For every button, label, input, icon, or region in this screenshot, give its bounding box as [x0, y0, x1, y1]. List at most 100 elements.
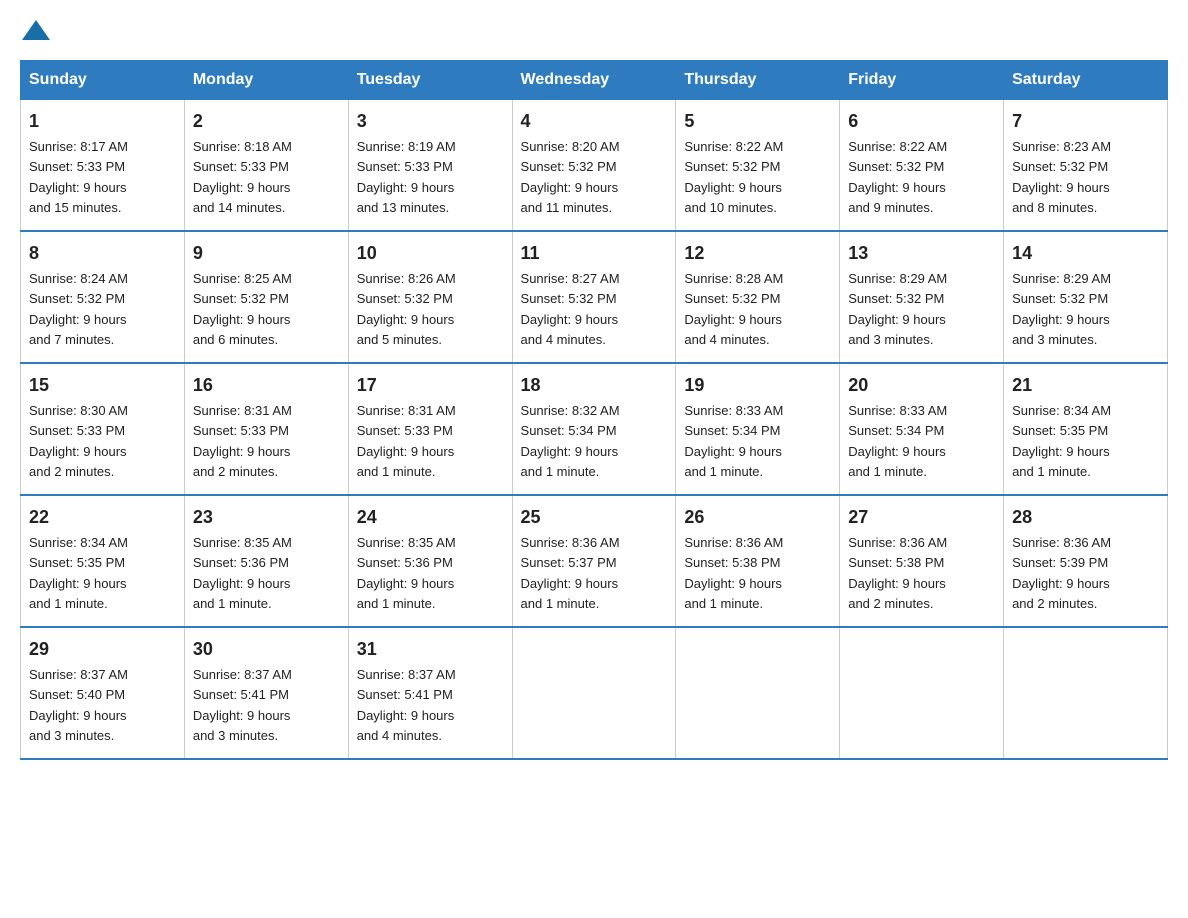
- calendar-header-row: SundayMondayTuesdayWednesdayThursdayFrid…: [21, 61, 1168, 100]
- day-number: 8: [29, 240, 176, 267]
- day-info: Sunrise: 8:36 AMSunset: 5:38 PMDaylight:…: [848, 535, 947, 611]
- calendar-cell: 5 Sunrise: 8:22 AMSunset: 5:32 PMDaylight…: [676, 100, 840, 232]
- calendar-cell: 22 Sunrise: 8:34 AMSunset: 5:35 PMDayligh…: [21, 495, 185, 627]
- header-thursday: Thursday: [676, 61, 840, 100]
- day-info: Sunrise: 8:24 AMSunset: 5:32 PMDaylight:…: [29, 271, 128, 347]
- day-info: Sunrise: 8:34 AMSunset: 5:35 PMDaylight:…: [29, 535, 128, 611]
- day-number: 29: [29, 636, 176, 663]
- calendar-cell: [512, 627, 676, 759]
- day-number: 14: [1012, 240, 1159, 267]
- day-number: 15: [29, 372, 176, 399]
- day-number: 6: [848, 108, 995, 135]
- day-number: 2: [193, 108, 340, 135]
- day-info: Sunrise: 8:20 AMSunset: 5:32 PMDaylight:…: [521, 139, 620, 215]
- day-info: Sunrise: 8:33 AMSunset: 5:34 PMDaylight:…: [848, 403, 947, 479]
- day-info: Sunrise: 8:22 AMSunset: 5:32 PMDaylight:…: [684, 139, 783, 215]
- header-monday: Monday: [184, 61, 348, 100]
- calendar-cell: 9 Sunrise: 8:25 AMSunset: 5:32 PMDaylight…: [184, 231, 348, 363]
- calendar-cell: 21 Sunrise: 8:34 AMSunset: 5:35 PMDayligh…: [1004, 363, 1168, 495]
- day-info: Sunrise: 8:37 AMSunset: 5:41 PMDaylight:…: [357, 667, 456, 743]
- day-info: Sunrise: 8:18 AMSunset: 5:33 PMDaylight:…: [193, 139, 292, 215]
- day-info: Sunrise: 8:27 AMSunset: 5:32 PMDaylight:…: [521, 271, 620, 347]
- day-info: Sunrise: 8:23 AMSunset: 5:32 PMDaylight:…: [1012, 139, 1111, 215]
- day-number: 18: [521, 372, 668, 399]
- calendar-cell: 4 Sunrise: 8:20 AMSunset: 5:32 PMDaylight…: [512, 100, 676, 232]
- day-number: 5: [684, 108, 831, 135]
- calendar-cell: 13Sunrise: 8:29 AMSunset: 5:32 PMDayligh…: [840, 231, 1004, 363]
- day-number: 4: [521, 108, 668, 135]
- day-info: Sunrise: 8:35 AMSunset: 5:36 PMDaylight:…: [357, 535, 456, 611]
- calendar-week-row: 29Sunrise: 8:37 AMSunset: 5:40 PMDayligh…: [21, 627, 1168, 759]
- calendar-cell: 25Sunrise: 8:36 AMSunset: 5:37 PMDayligh…: [512, 495, 676, 627]
- day-number: 31: [357, 636, 504, 663]
- day-info: Sunrise: 8:35 AMSunset: 5:36 PMDaylight:…: [193, 535, 292, 611]
- calendar-cell: 8 Sunrise: 8:24 AMSunset: 5:32 PMDaylight…: [21, 231, 185, 363]
- day-number: 27: [848, 504, 995, 531]
- day-number: 10: [357, 240, 504, 267]
- day-info: Sunrise: 8:36 AMSunset: 5:39 PMDaylight:…: [1012, 535, 1111, 611]
- calendar-table: SundayMondayTuesdayWednesdayThursdayFrid…: [20, 60, 1168, 760]
- calendar-cell: 28 Sunrise: 8:36 AMSunset: 5:39 PMDayligh…: [1004, 495, 1168, 627]
- day-info: Sunrise: 8:34 AMSunset: 5:35 PMDaylight:…: [1012, 403, 1111, 479]
- day-info: Sunrise: 8:31 AMSunset: 5:33 PMDaylight:…: [193, 403, 292, 479]
- calendar-cell: 1 Sunrise: 8:17 AMSunset: 5:33 PMDaylight…: [21, 100, 185, 232]
- day-info: Sunrise: 8:17 AMSunset: 5:33 PMDaylight:…: [29, 139, 128, 215]
- calendar-cell: 26 Sunrise: 8:36 AMSunset: 5:38 PMDayligh…: [676, 495, 840, 627]
- calendar-cell: 16 Sunrise: 8:31 AMSunset: 5:33 PMDayligh…: [184, 363, 348, 495]
- calendar-cell: [676, 627, 840, 759]
- calendar-cell: 2 Sunrise: 8:18 AMSunset: 5:33 PMDaylight…: [184, 100, 348, 232]
- calendar-cell: 11 Sunrise: 8:27 AMSunset: 5:32 PMDayligh…: [512, 231, 676, 363]
- header-wednesday: Wednesday: [512, 61, 676, 100]
- calendar-week-row: 22 Sunrise: 8:34 AMSunset: 5:35 PMDayligh…: [21, 495, 1168, 627]
- day-number: 3: [357, 108, 504, 135]
- logo: [20, 20, 52, 40]
- calendar-week-row: 8 Sunrise: 8:24 AMSunset: 5:32 PMDaylight…: [21, 231, 1168, 363]
- day-number: 22: [29, 504, 176, 531]
- calendar-cell: 23Sunrise: 8:35 AMSunset: 5:36 PMDayligh…: [184, 495, 348, 627]
- calendar-week-row: 1 Sunrise: 8:17 AMSunset: 5:33 PMDaylight…: [21, 100, 1168, 232]
- day-number: 28: [1012, 504, 1159, 531]
- day-number: 11: [521, 240, 668, 267]
- day-number: 16: [193, 372, 340, 399]
- day-info: Sunrise: 8:29 AMSunset: 5:32 PMDaylight:…: [1012, 271, 1111, 347]
- calendar-cell: 31 Sunrise: 8:37 AMSunset: 5:41 PMDayligh…: [348, 627, 512, 759]
- calendar-cell: 7 Sunrise: 8:23 AMSunset: 5:32 PMDaylight…: [1004, 100, 1168, 232]
- day-number: 17: [357, 372, 504, 399]
- day-info: Sunrise: 8:28 AMSunset: 5:32 PMDaylight:…: [684, 271, 783, 347]
- day-info: Sunrise: 8:25 AMSunset: 5:32 PMDaylight:…: [193, 271, 292, 347]
- calendar-cell: 30 Sunrise: 8:37 AMSunset: 5:41 PMDayligh…: [184, 627, 348, 759]
- calendar-cell: 19Sunrise: 8:33 AMSunset: 5:34 PMDayligh…: [676, 363, 840, 495]
- day-number: 9: [193, 240, 340, 267]
- day-number: 1: [29, 108, 176, 135]
- calendar-cell: [840, 627, 1004, 759]
- day-info: Sunrise: 8:37 AMSunset: 5:41 PMDaylight:…: [193, 667, 292, 743]
- calendar-week-row: 15 Sunrise: 8:30 AMSunset: 5:33 PMDayligh…: [21, 363, 1168, 495]
- day-number: 26: [684, 504, 831, 531]
- day-info: Sunrise: 8:26 AMSunset: 5:32 PMDaylight:…: [357, 271, 456, 347]
- day-number: 30: [193, 636, 340, 663]
- day-info: Sunrise: 8:32 AMSunset: 5:34 PMDaylight:…: [521, 403, 620, 479]
- day-number: 24: [357, 504, 504, 531]
- calendar-cell: 12Sunrise: 8:28 AMSunset: 5:32 PMDayligh…: [676, 231, 840, 363]
- day-number: 20: [848, 372, 995, 399]
- calendar-cell: 6 Sunrise: 8:22 AMSunset: 5:32 PMDaylight…: [840, 100, 1004, 232]
- day-info: Sunrise: 8:30 AMSunset: 5:33 PMDaylight:…: [29, 403, 128, 479]
- day-number: 13: [848, 240, 995, 267]
- calendar-cell: 10 Sunrise: 8:26 AMSunset: 5:32 PMDayligh…: [348, 231, 512, 363]
- day-number: 21: [1012, 372, 1159, 399]
- day-info: Sunrise: 8:36 AMSunset: 5:38 PMDaylight:…: [684, 535, 783, 611]
- header-saturday: Saturday: [1004, 61, 1168, 100]
- day-number: 7: [1012, 108, 1159, 135]
- calendar-cell: 3 Sunrise: 8:19 AMSunset: 5:33 PMDaylight…: [348, 100, 512, 232]
- day-info: Sunrise: 8:19 AMSunset: 5:33 PMDaylight:…: [357, 139, 456, 215]
- calendar-cell: 29Sunrise: 8:37 AMSunset: 5:40 PMDayligh…: [21, 627, 185, 759]
- day-info: Sunrise: 8:22 AMSunset: 5:32 PMDaylight:…: [848, 139, 947, 215]
- header-friday: Friday: [840, 61, 1004, 100]
- day-number: 25: [521, 504, 668, 531]
- calendar-cell: [1004, 627, 1168, 759]
- page-header: [20, 20, 1168, 40]
- calendar-cell: 27 Sunrise: 8:36 AMSunset: 5:38 PMDayligh…: [840, 495, 1004, 627]
- logo-triangle-icon: [22, 20, 50, 40]
- header-tuesday: Tuesday: [348, 61, 512, 100]
- day-number: 19: [684, 372, 831, 399]
